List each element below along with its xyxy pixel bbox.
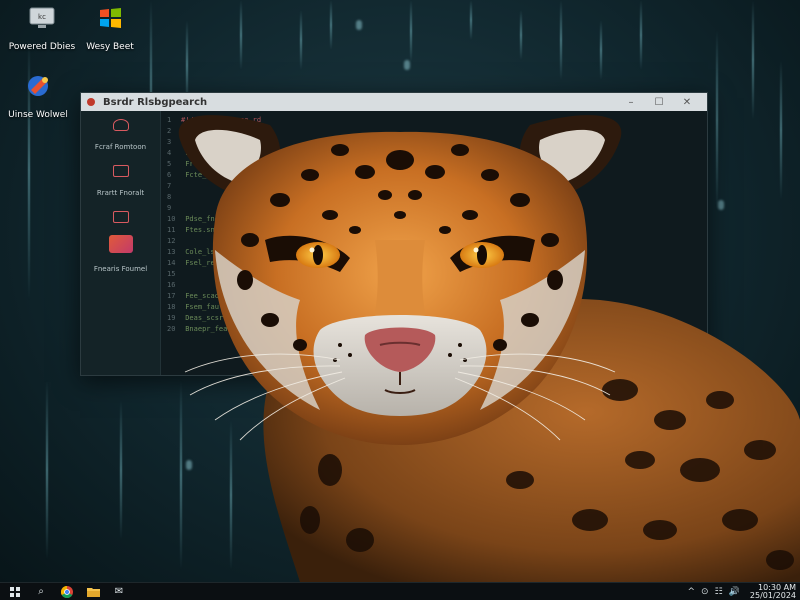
desktop-wallpaper: kc Powered Dbies Wesy Beet Uinse Wolwel …	[0, 0, 800, 582]
leopard-image	[178, 115, 800, 582]
mail-icon[interactable]: ✉	[108, 584, 130, 600]
start-button[interactable]	[4, 584, 26, 600]
chrome-logo-icon	[61, 585, 73, 598]
folder-icon	[86, 587, 100, 597]
taskbar: ⌕ ✉ ^ ⊙ ☷ 🔊 10:30 AM 25/01/2024	[0, 582, 800, 600]
start-icon	[10, 586, 20, 597]
tray-chevron-icon[interactable]: ^	[688, 587, 696, 597]
tray-status-icon[interactable]: ⊙	[701, 587, 709, 597]
chrome-icon[interactable]	[56, 584, 78, 600]
clock[interactable]: 10:30 AM 25/01/2024	[749, 583, 796, 600]
tray-network-icon[interactable]: ☷	[715, 587, 723, 597]
search-icon[interactable]: ⌕	[30, 584, 52, 600]
clock-date: 25/01/2024	[749, 590, 796, 600]
file-explorer-icon[interactable]	[82, 584, 104, 600]
volume-icon[interactable]: 🔊	[729, 587, 740, 597]
